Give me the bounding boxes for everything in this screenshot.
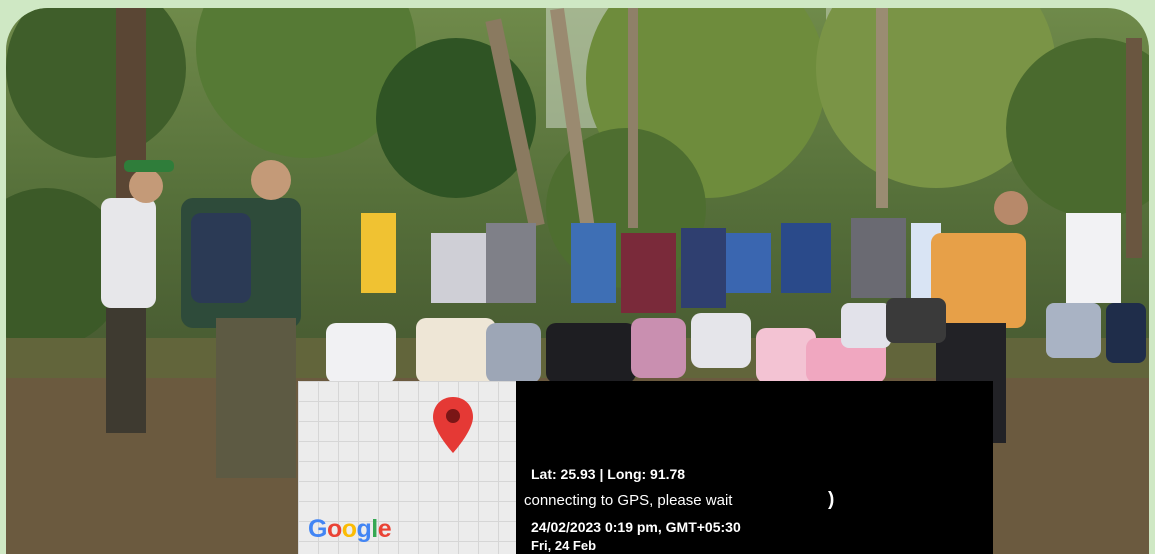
location-info-panel: Lat: 25.93 | Long: 91.78 connecting to G… [516, 381, 993, 554]
gps-status-text: connecting to GPS, please wait [524, 492, 733, 509]
map-thumbnail[interactable]: Google [298, 381, 516, 554]
lat-long-readout: Lat: 25.93 | Long: 91.78 [531, 466, 686, 482]
day-label: Fri, 24 Feb [531, 538, 597, 553]
timestamp: 24/02/2023 0:19 pm, GMT+05:30 [531, 519, 741, 535]
google-logo: Google [308, 515, 392, 543]
location-pin-icon [433, 397, 473, 453]
geotag-overlay: Google Lat: 25.93 | Long: 91.78 connecti… [298, 381, 993, 554]
photo-frame: Google Lat: 25.93 | Long: 91.78 connecti… [0, 0, 1155, 554]
loading-spinner-icon: ) [828, 489, 835, 510]
